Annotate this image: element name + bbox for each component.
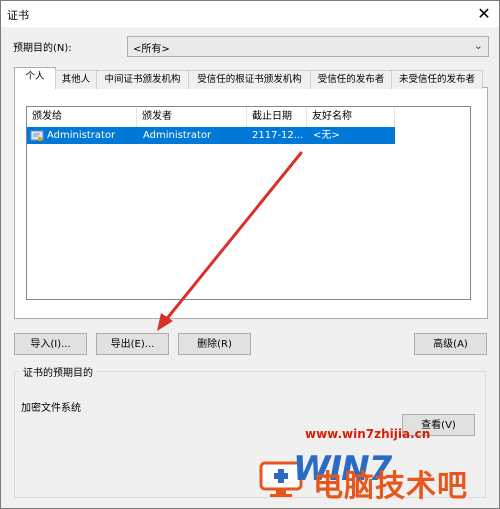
remove-button[interactable]: 删除(R) xyxy=(178,333,251,355)
purposes-value: 加密文件系统 xyxy=(21,403,81,414)
certificates-dialog: 证书 ✕ 预期目的(N): <所有> ⌄ 个人 其他人 中间证书颁发机构 受信任… xyxy=(0,0,500,509)
watermark-text: 电脑技术吧 xyxy=(313,469,468,504)
export-button[interactable]: 导出(E)... xyxy=(96,333,169,355)
advanced-button[interactable]: 高级(A) xyxy=(414,333,487,355)
purposes-group-title: 证书的预期目的 xyxy=(19,364,97,379)
watermark-url: www.win7zhijia.cn xyxy=(305,427,431,441)
import-button[interactable]: 导入(I)... xyxy=(14,333,87,355)
